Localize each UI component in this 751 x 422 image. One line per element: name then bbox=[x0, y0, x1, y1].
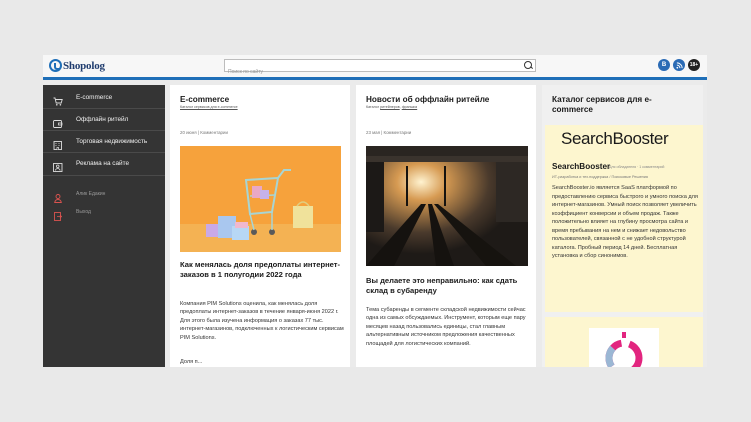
sidebar: E-commerce Оффлайн ритейл Торговая недви… bbox=[43, 85, 165, 367]
divider bbox=[43, 175, 165, 176]
sidebar-item-label: Реклама на сайте bbox=[76, 159, 129, 167]
search-box[interactable] bbox=[224, 59, 536, 78]
post-title-link[interactable]: Как менялась доля предоплаты интернет-за… bbox=[180, 260, 345, 280]
searchbooster-logo: SearchBooster bbox=[561, 129, 669, 148]
site-logo[interactable]: Shopolog bbox=[49, 58, 105, 73]
service-logo bbox=[589, 328, 659, 367]
featured-service-card[interactable]: SearchBooster SearchBooster Для обладате… bbox=[545, 125, 703, 312]
service-description: SearchBooster.io является SaaS платформо… bbox=[552, 185, 698, 259]
retailers-link[interactable]: ритейлеров bbox=[380, 105, 400, 109]
header-bar: Shopolog В 18+ bbox=[43, 55, 707, 80]
service-card[interactable] bbox=[545, 317, 703, 367]
user-profile-link[interactable]: Алик Едакин bbox=[43, 187, 165, 203]
post-image[interactable] bbox=[180, 146, 341, 252]
wallet-icon bbox=[53, 115, 63, 128]
logo-icon bbox=[49, 59, 62, 72]
sidebar-item-label: Оффлайн ритейл bbox=[76, 115, 129, 123]
comments-link[interactable]: Комментарии bbox=[200, 130, 228, 135]
sidebar-item-advertising[interactable]: Реклама на сайте bbox=[43, 153, 165, 173]
column-subtitle-link[interactable]: Каталог сервисов для e-commerce bbox=[180, 105, 238, 109]
franchises-link[interactable]: франшиз bbox=[402, 105, 417, 109]
column-title[interactable]: E-commerce bbox=[180, 95, 229, 105]
news-column-ecommerce: E-commerce Каталог сервисов для e-commer… bbox=[170, 85, 350, 367]
post-excerpt: Компания PIM Solutions оценила, как меня… bbox=[180, 301, 344, 341]
column-title[interactable]: Каталог сервисов для e-commerce bbox=[552, 95, 692, 115]
post-date: 20 июня bbox=[180, 130, 197, 135]
age-rating-badge: 18+ bbox=[688, 59, 700, 71]
sidebar-item-commercial-property[interactable]: Торговая недвижимость bbox=[43, 131, 165, 151]
browser-viewport: Shopolog В 18+ E-commerce Оффлайн ритейл bbox=[43, 55, 707, 367]
logout-link[interactable]: Выход bbox=[43, 205, 165, 221]
user-name: Алик Едакин bbox=[76, 191, 106, 197]
post-meta: 23 мая | Комментарии bbox=[366, 130, 412, 135]
sidebar-item-label: Торговая недвижимость bbox=[76, 137, 148, 145]
sidebar-item-offline-retail[interactable]: Оффлайн ритейл bbox=[43, 109, 165, 129]
services-catalog-column: Каталог сервисов для e-commerce SearchBo… bbox=[542, 85, 703, 367]
user-icon bbox=[54, 190, 62, 203]
search-input[interactable] bbox=[225, 66, 518, 78]
column-subtitle: Каталог ритейлеров, франшиз bbox=[366, 105, 418, 109]
service-tags: Для обладателя · 1 комментарий bbox=[609, 165, 665, 169]
logout-label: Выход bbox=[76, 209, 91, 215]
news-column-offline-retail: Новости об оффлайн ритейле Каталог ритей… bbox=[356, 85, 536, 367]
logout-icon bbox=[54, 208, 63, 221]
sidebar-item-label: E-commerce bbox=[76, 93, 113, 101]
service-name-link[interactable]: SearchBooster bbox=[552, 162, 610, 171]
logo-text: Shopolog bbox=[63, 59, 105, 72]
post-excerpt: Тема субаренды в сегменте складской недв… bbox=[366, 307, 526, 347]
post-excerpt-more: Доля п... bbox=[180, 359, 203, 365]
vk-icon[interactable]: В bbox=[658, 59, 670, 71]
sidebar-item-ecommerce[interactable]: E-commerce bbox=[43, 87, 165, 107]
post-date: 23 мая bbox=[366, 130, 380, 135]
post-title-link[interactable]: Вы делаете это неправильно: как сдать ск… bbox=[366, 276, 531, 296]
cart-icon bbox=[53, 93, 63, 106]
post-image[interactable] bbox=[366, 146, 528, 266]
person-card-icon bbox=[53, 159, 63, 172]
search-icon[interactable] bbox=[524, 61, 532, 69]
rss-icon[interactable] bbox=[673, 59, 685, 71]
service-category[interactable]: ИТ-разработка и тех.поддержка / Поисковы… bbox=[552, 175, 648, 179]
column-title[interactable]: Новости об оффлайн ритейле bbox=[366, 95, 489, 105]
building-icon bbox=[53, 137, 63, 150]
post-meta: 20 июня | Комментарии bbox=[180, 130, 228, 135]
comments-link[interactable]: Комментарии bbox=[384, 130, 412, 135]
